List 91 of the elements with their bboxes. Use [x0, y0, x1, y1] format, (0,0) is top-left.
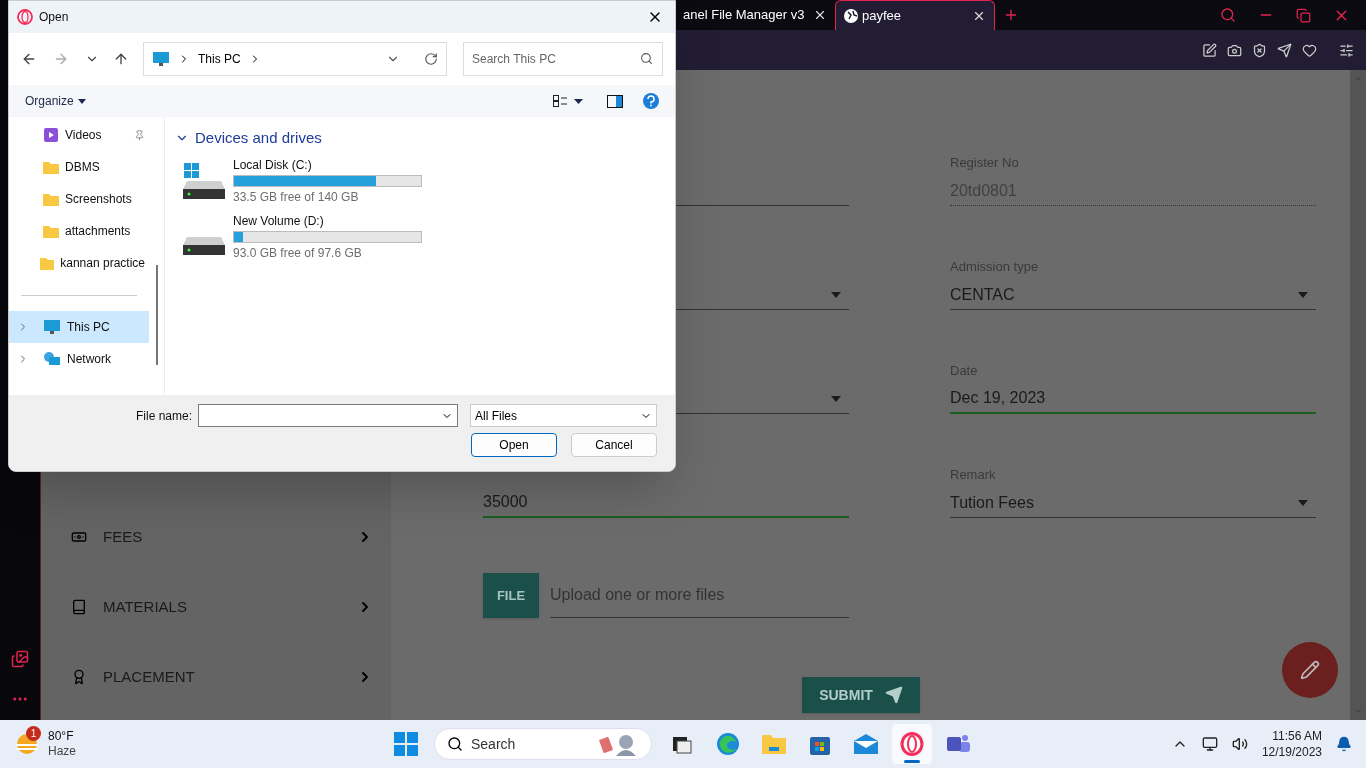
close-icon[interactable] [813, 8, 827, 22]
notification-badge: 1 [26, 726, 41, 741]
monitor-icon [152, 51, 170, 67]
video-folder-icon [43, 127, 59, 143]
dropdown-arrow-icon [831, 291, 841, 298]
teams-icon [945, 733, 971, 755]
network-icon [43, 351, 61, 367]
dropdown-arrow-icon [1298, 291, 1308, 298]
search-icon [447, 736, 463, 752]
network-icon[interactable] [1201, 736, 1218, 752]
file-button[interactable]: FILE [483, 573, 539, 618]
opera-icon [17, 9, 33, 25]
scrollbar-thumb[interactable] [155, 265, 158, 365]
refresh-icon [424, 52, 438, 66]
dropdown-arrow-icon [1298, 499, 1308, 506]
file-name-field[interactable] [198, 404, 458, 427]
pin-icon [134, 129, 145, 141]
dropdown-arrow-icon [831, 395, 841, 402]
award-icon [71, 669, 87, 685]
mail-icon [853, 733, 879, 755]
monitor-icon [43, 319, 61, 335]
folder-icon [43, 160, 59, 174]
send-icon [884, 686, 903, 704]
help-icon[interactable] [643, 93, 659, 109]
new-tab-icon[interactable] [1003, 7, 1019, 23]
tab-title: payfee [862, 6, 902, 25]
drive-icon [183, 162, 225, 199]
back-icon[interactable] [21, 51, 37, 67]
address-bar[interactable]: This PC [143, 42, 447, 76]
tree-item[interactable]: kannan practice [9, 247, 149, 279]
tree-item[interactable]: Screenshots [9, 183, 149, 215]
book-icon [71, 599, 87, 615]
opera-icon [900, 732, 924, 756]
preview-pane-icon[interactable] [607, 94, 623, 108]
heart-icon[interactable] [1302, 42, 1317, 58]
tree-item[interactable]: DBMS [9, 151, 149, 183]
drive-item[interactable]: New Volume (D:) 93.0 GB free of 97.6 GB [175, 211, 435, 262]
folder-icon [40, 256, 55, 270]
edge-icon [716, 732, 740, 756]
search-field[interactable]: Search This PC [463, 42, 663, 76]
notifications-icon[interactable] [1336, 736, 1352, 752]
image-icon[interactable] [11, 650, 29, 668]
dialog-button[interactable]: Open [471, 433, 557, 457]
dialog-title: Open [39, 9, 70, 26]
settings-icon[interactable] [1339, 42, 1354, 58]
browser-tab[interactable]: anel File Manager v3 [675, 0, 835, 30]
active-indicator [904, 760, 920, 763]
start-icon[interactable] [394, 732, 418, 756]
tree-item[interactable]: This PC [9, 311, 149, 343]
file-type-select[interactable]: All Files [470, 404, 657, 427]
caret-icon [77, 98, 86, 104]
banknote-icon [71, 529, 87, 545]
file-name-label: File name: [135, 407, 192, 425]
drive-free-space: 33.5 GB free of 140 GB [233, 188, 360, 206]
volume-icon[interactable] [1231, 736, 1248, 752]
organize-button[interactable]: Organize [25, 92, 86, 110]
tree-item[interactable]: attachments [9, 215, 149, 247]
search-icon [640, 52, 653, 65]
clock-date[interactable]: 12/19/2023 [1261, 744, 1322, 760]
camera-icon[interactable] [1227, 42, 1242, 58]
weather-condition: Haze [48, 744, 76, 759]
tree-item[interactable]: Network [9, 343, 149, 375]
edit-icon[interactable] [1202, 42, 1217, 58]
folder-icon [761, 733, 787, 755]
tree-item[interactable]: Videos [9, 119, 149, 151]
weather-temperature: 80°F [48, 729, 75, 744]
drive-free-space: 93.0 GB free of 97.6 GB [233, 244, 363, 262]
search-field[interactable]: Search [434, 728, 652, 760]
folder-icon [43, 224, 59, 238]
globe-icon [844, 8, 858, 23]
upload-field[interactable]: Upload one or more files [550, 573, 849, 618]
view-options-icon[interactable] [553, 95, 583, 107]
search-icon[interactable] [1220, 7, 1236, 23]
folder-icon [43, 192, 59, 206]
drive-name: New Volume (D:) [233, 212, 325, 230]
section-header: Devices and drives [195, 128, 322, 148]
submit-button[interactable]: SUBMIT [802, 677, 920, 713]
shield-icon[interactable] [1252, 42, 1267, 58]
restore-icon[interactable] [1296, 7, 1311, 23]
dialog-button[interactable]: Cancel [571, 433, 657, 457]
clock-time[interactable]: 11:56 AM [1272, 728, 1322, 744]
drive-item[interactable]: Local Disk (C:) 33.5 GB free of 140 GB [175, 155, 435, 206]
pencil-icon [1300, 660, 1320, 680]
browser-tab[interactable]: payfee [835, 0, 995, 30]
drive-icon [183, 236, 225, 255]
up-icon[interactable] [113, 51, 129, 67]
send-icon[interactable] [1277, 42, 1292, 58]
drive-name: Local Disk (C:) [233, 156, 313, 174]
tab-title: anel File Manager v3 [683, 6, 805, 25]
search-highlight-icon [599, 732, 639, 756]
edit-fab[interactable] [1282, 642, 1338, 698]
